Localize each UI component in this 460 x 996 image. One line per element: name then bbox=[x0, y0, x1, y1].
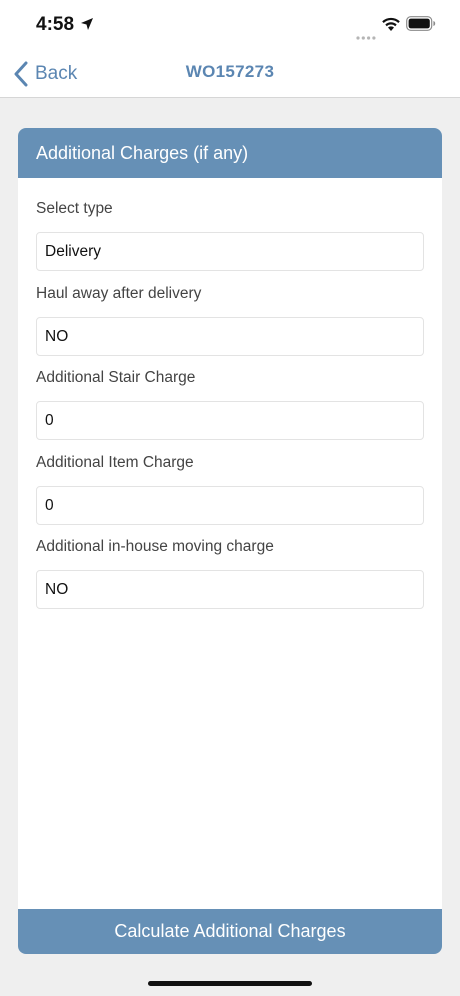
in-house-moving-field[interactable]: NO bbox=[36, 570, 424, 609]
wifi-icon bbox=[381, 16, 401, 32]
item-charge-label: Additional Item Charge bbox=[36, 454, 194, 471]
select-type-field[interactable]: Delivery bbox=[36, 232, 424, 271]
card-header: Additional Charges (if any) bbox=[18, 128, 442, 178]
in-house-moving-label: Additional in-house moving charge bbox=[36, 538, 274, 555]
status-time: 4:58 bbox=[36, 14, 75, 35]
status-bar: 4:58 bbox=[0, 0, 460, 48]
stair-charge-field[interactable]: 0 bbox=[36, 401, 424, 440]
calculate-charges-button[interactable]: Calculate Additional Charges bbox=[18, 909, 442, 954]
location-arrow-icon bbox=[80, 17, 94, 31]
home-indicator[interactable] bbox=[148, 981, 312, 986]
top-bar: 4:58 Back WO157273 bbox=[0, 0, 460, 98]
haul-away-field[interactable]: NO bbox=[36, 317, 424, 356]
haul-away-label: Haul away after delivery bbox=[36, 285, 202, 302]
select-type-label: Select type bbox=[36, 200, 113, 217]
item-charge-field[interactable]: 0 bbox=[36, 486, 424, 525]
battery-icon bbox=[406, 16, 436, 31]
stair-charge-label: Additional Stair Charge bbox=[36, 369, 196, 386]
additional-charges-card: Additional Charges (if any) Select type … bbox=[18, 128, 442, 954]
cellular-signal-icon bbox=[356, 27, 376, 40]
page-title: WO157273 bbox=[185, 62, 275, 81]
